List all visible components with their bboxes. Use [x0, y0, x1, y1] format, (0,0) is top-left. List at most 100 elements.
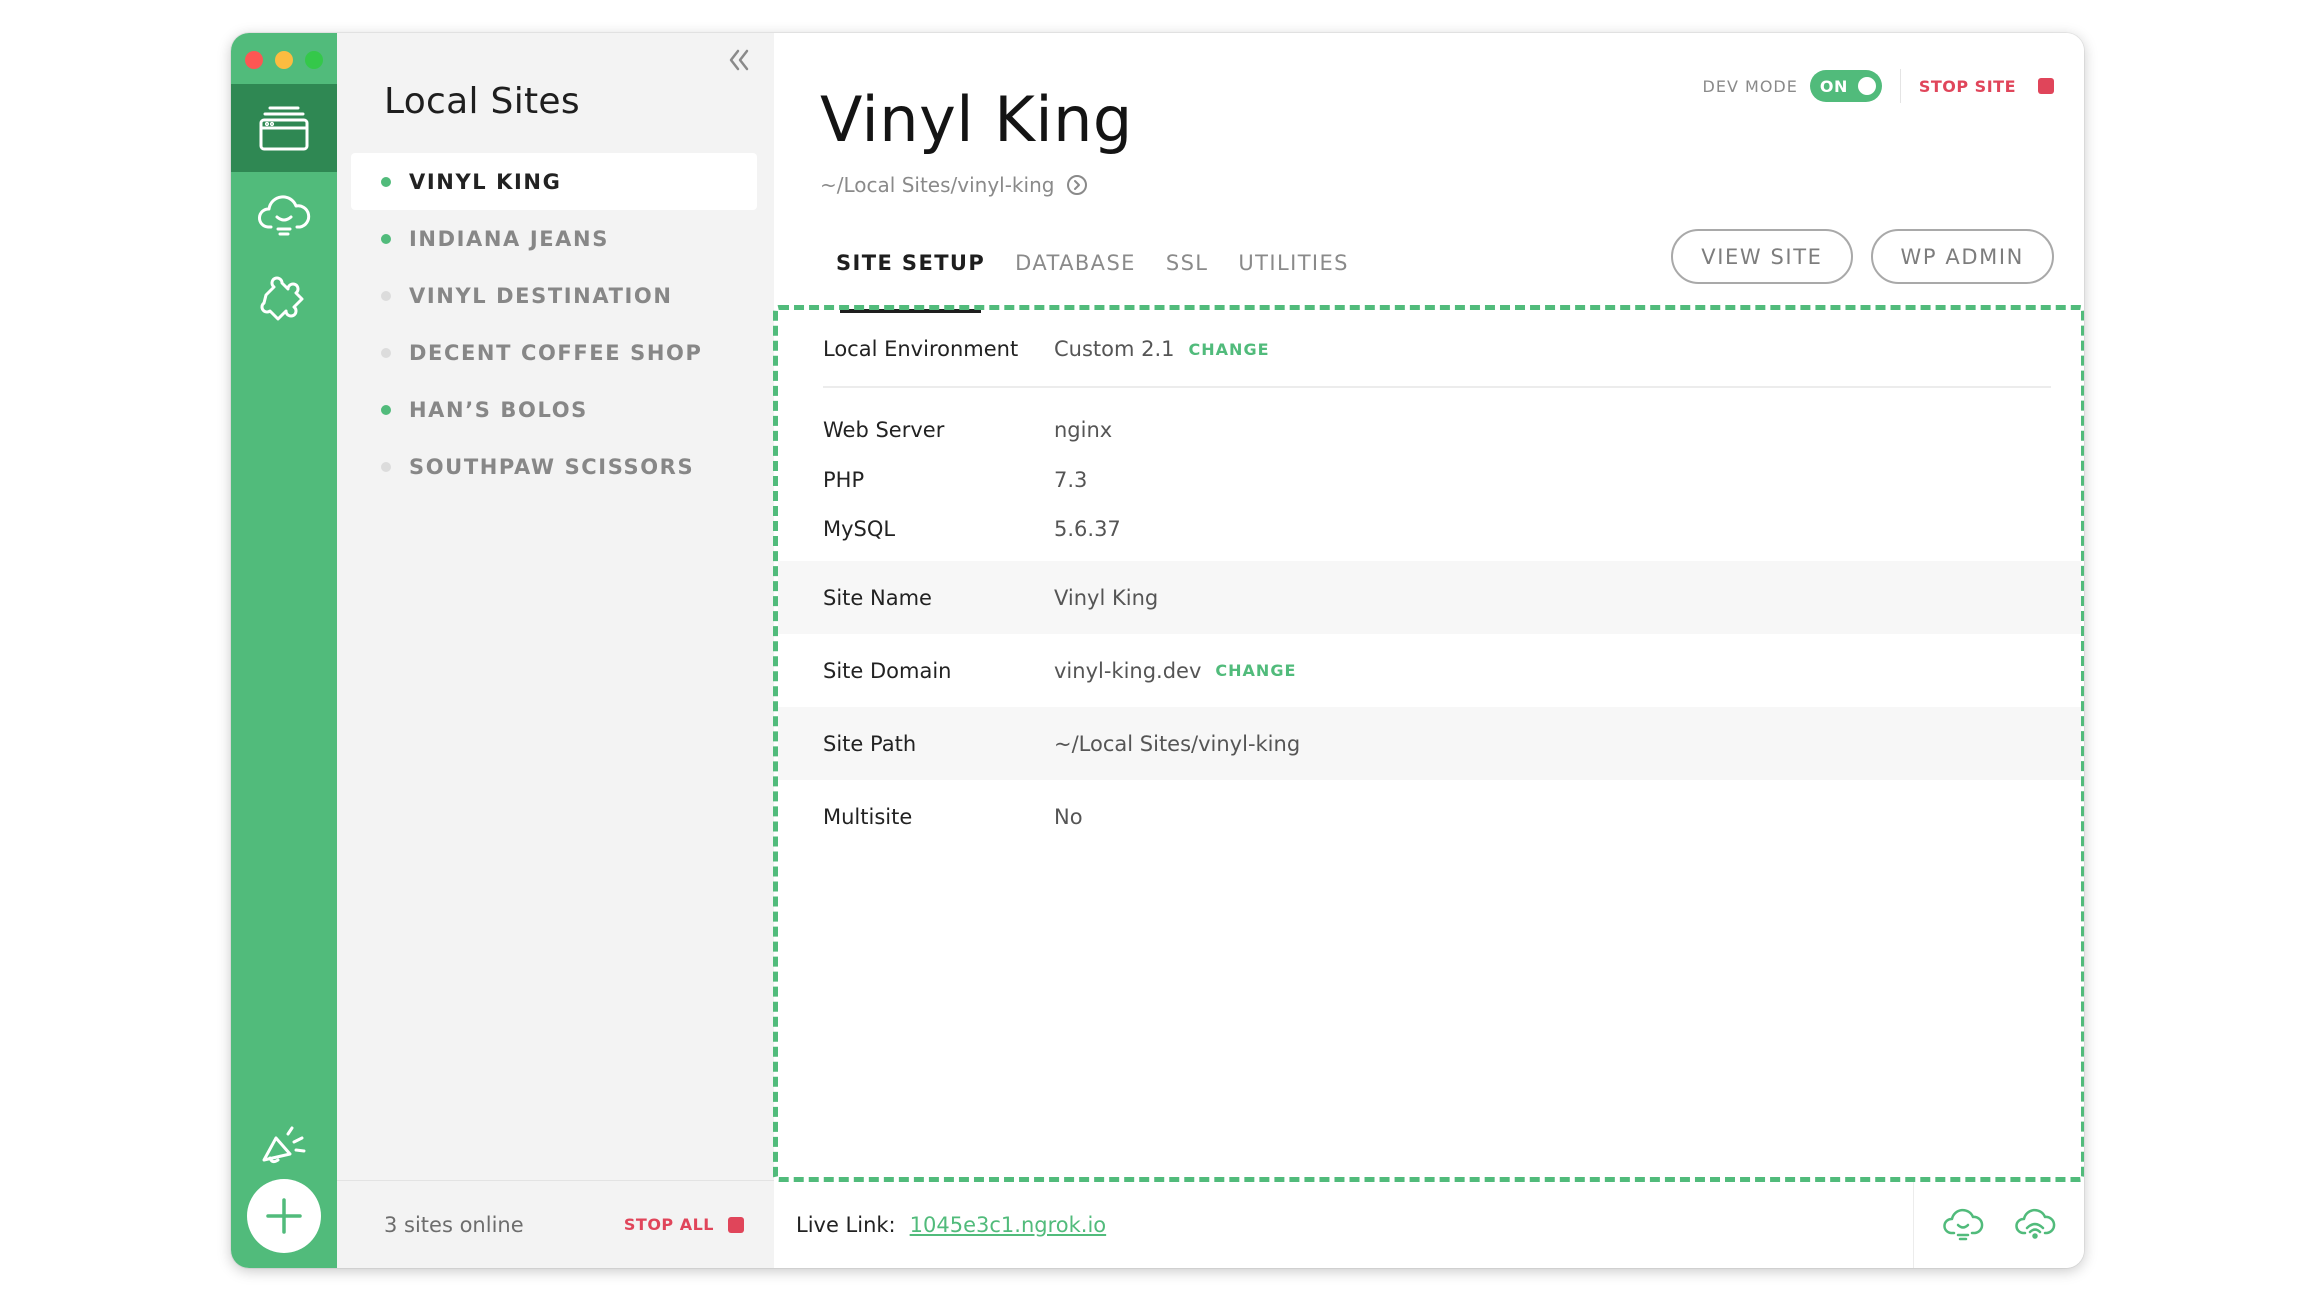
news-megaphone-icon [262, 1126, 306, 1164]
footer-actions [1913, 1182, 2084, 1268]
site-item-hans-bolos[interactable]: HAN’S BOLOS [351, 381, 757, 438]
live-link-label: Live Link: [796, 1213, 896, 1237]
divider [1899, 69, 1901, 103]
addons-puzzle-icon [260, 276, 304, 321]
rail-news-button[interactable] [231, 1102, 337, 1190]
field-label: MySQL [823, 517, 896, 541]
sites-icon [259, 106, 309, 151]
row-web-server: Web Server nginx [778, 406, 2081, 454]
site-item-label: INDIANA JEANS [409, 226, 609, 251]
row-mysql: MySQL 5.6.37 [778, 505, 2081, 553]
field-label: Site Domain [823, 658, 952, 683]
sites-sidebar: Local Sites VINYL KING INDIANA JEANS VIN… [337, 33, 774, 1268]
field-value: Custom 2.1 CHANGE [1054, 337, 1270, 361]
site-path-text: ~/Local Sites/vinyl-king [820, 173, 1055, 197]
row-site-path: Site Path ~/Local Sites/vinyl-king [778, 707, 2081, 780]
dev-mode-toggle[interactable]: ON [1809, 70, 1882, 102]
add-plus-icon [266, 1198, 302, 1234]
live-link-url[interactable]: 1045e3c1.ngrok.io [910, 1213, 1107, 1237]
top-controls: DEV MODE ON STOP SITE [1703, 69, 2054, 103]
live-link-bar: Live Link: 1045e3c1.ngrok.io [774, 1182, 2084, 1268]
site-item-label: DECENT COFFEE SHOP [409, 340, 703, 365]
site-item-decent-coffee-shop[interactable]: DECENT COFFEE SHOP [351, 324, 757, 381]
environment-value: Custom 2.1 [1054, 337, 1175, 361]
page-title: Vinyl King [820, 83, 1133, 156]
site-item-southpaw-scissors[interactable]: SOUTHPAW SCISSORS [351, 438, 757, 495]
stop-square-icon [728, 1216, 744, 1233]
cloud-download-icon[interactable] [1942, 1207, 1984, 1243]
site-item-label: HAN’S BOLOS [409, 397, 588, 422]
divider [823, 386, 2051, 388]
change-domain-button[interactable]: CHANGE [1215, 661, 1296, 680]
stop-all-button[interactable]: STOP ALL [624, 1215, 744, 1234]
reveal-arrow-icon[interactable] [1066, 174, 1088, 196]
row-local-environment: Local Environment Custom 2.1 CHANGE [778, 320, 2081, 378]
status-dot [381, 176, 391, 187]
dev-mode-label: DEV MODE [1702, 76, 1798, 96]
tab-bar: SITE SETUP DATABASE SSL UTILITIES [836, 251, 1349, 313]
row-site-domain: Site Domain vinyl-king.dev CHANGE [778, 634, 2081, 707]
site-domain-value: vinyl-king.dev [1054, 658, 1202, 683]
cloud-share-icon[interactable] [2014, 1207, 2056, 1243]
status-dot [381, 461, 391, 472]
site-item-label: VINYL KING [409, 169, 562, 194]
double-chevron-left-icon [729, 49, 749, 71]
collapse-sidebar-button[interactable] [727, 45, 751, 79]
site-item-label: VINYL DESTINATION [409, 283, 673, 308]
field-value: No [1054, 804, 1083, 829]
status-dot [381, 347, 391, 358]
stop-site-label: STOP SITE [1918, 76, 2016, 96]
site-actions: VIEW SITE WP ADMIN [1671, 229, 2054, 284]
stop-all-label: STOP ALL [623, 1215, 714, 1234]
field-label: Site Name [823, 585, 932, 610]
view-site-button[interactable]: VIEW SITE [1671, 229, 1853, 284]
row-php: PHP 7.3 [778, 456, 2081, 504]
sites-footer: 3 sites online STOP ALL [337, 1180, 774, 1268]
stop-square-icon [2038, 78, 2054, 94]
change-environment-button[interactable]: CHANGE [1189, 340, 1270, 359]
zoom-window-button[interactable] [305, 51, 323, 69]
field-label: Site Path [823, 731, 917, 756]
rail-cloud-button[interactable] [231, 173, 337, 261]
field-value: 5.6.37 [1054, 517, 1121, 541]
site-item-indiana-jeans[interactable]: INDIANA JEANS [351, 210, 757, 267]
icon-rail [231, 33, 337, 1268]
status-dot [381, 290, 391, 301]
stop-site-button[interactable]: STOP SITE [1919, 77, 2054, 96]
close-window-button[interactable] [245, 51, 263, 69]
field-value: ~/Local Sites/vinyl-king [1054, 731, 1301, 756]
site-item-vinyl-destination[interactable]: VINYL DESTINATION [351, 267, 757, 324]
site-setup-panel: Local Environment Custom 2.1 CHANGE Web … [773, 305, 2084, 1182]
minimize-window-button[interactable] [275, 51, 293, 69]
rail-sites-button[interactable] [231, 84, 337, 172]
dev-mode-state: ON [1819, 76, 1848, 96]
field-value: vinyl-king.dev CHANGE [1054, 659, 1296, 683]
status-dot [381, 233, 391, 244]
toggle-knob [1857, 77, 1876, 95]
add-site-button[interactable] [247, 1179, 321, 1253]
field-label: PHP [823, 468, 865, 492]
window-controls [245, 51, 323, 69]
tab-ssl[interactable]: SSL [1166, 251, 1209, 281]
wp-admin-button[interactable]: WP ADMIN [1870, 229, 2054, 284]
field-label: Web Server [823, 418, 945, 442]
cloud-icon [258, 195, 311, 236]
tab-database[interactable]: DATABASE [1015, 251, 1136, 281]
site-item-vinyl-king[interactable]: VINYL KING [351, 153, 757, 210]
site-list: VINYL KING INDIANA JEANS VINYL DESTINATI… [351, 153, 757, 495]
site-item-label: SOUTHPAW SCISSORS [409, 454, 695, 479]
field-value: Vinyl King [1054, 585, 1159, 610]
tab-site-setup[interactable]: SITE SETUP [836, 251, 985, 313]
field-value: 7.3 [1054, 468, 1088, 492]
site-path-header: ~/Local Sites/vinyl-king [820, 173, 1088, 197]
rail-addons-button[interactable] [231, 255, 337, 343]
field-value: nginx [1054, 418, 1113, 442]
app-window: Local Sites VINYL KING INDIANA JEANS VIN… [231, 33, 2084, 1268]
sites-title: Local Sites [384, 81, 580, 122]
row-site-name: Site Name Vinyl King [778, 561, 2081, 634]
status-dot [381, 404, 391, 415]
main-panel: Vinyl King ~/Local Sites/vinyl-king DEV … [773, 33, 2084, 1268]
row-multisite: Multisite No [778, 780, 2081, 853]
field-label: Local Environment [823, 337, 1019, 361]
tab-utilities[interactable]: UTILITIES [1238, 251, 1349, 281]
